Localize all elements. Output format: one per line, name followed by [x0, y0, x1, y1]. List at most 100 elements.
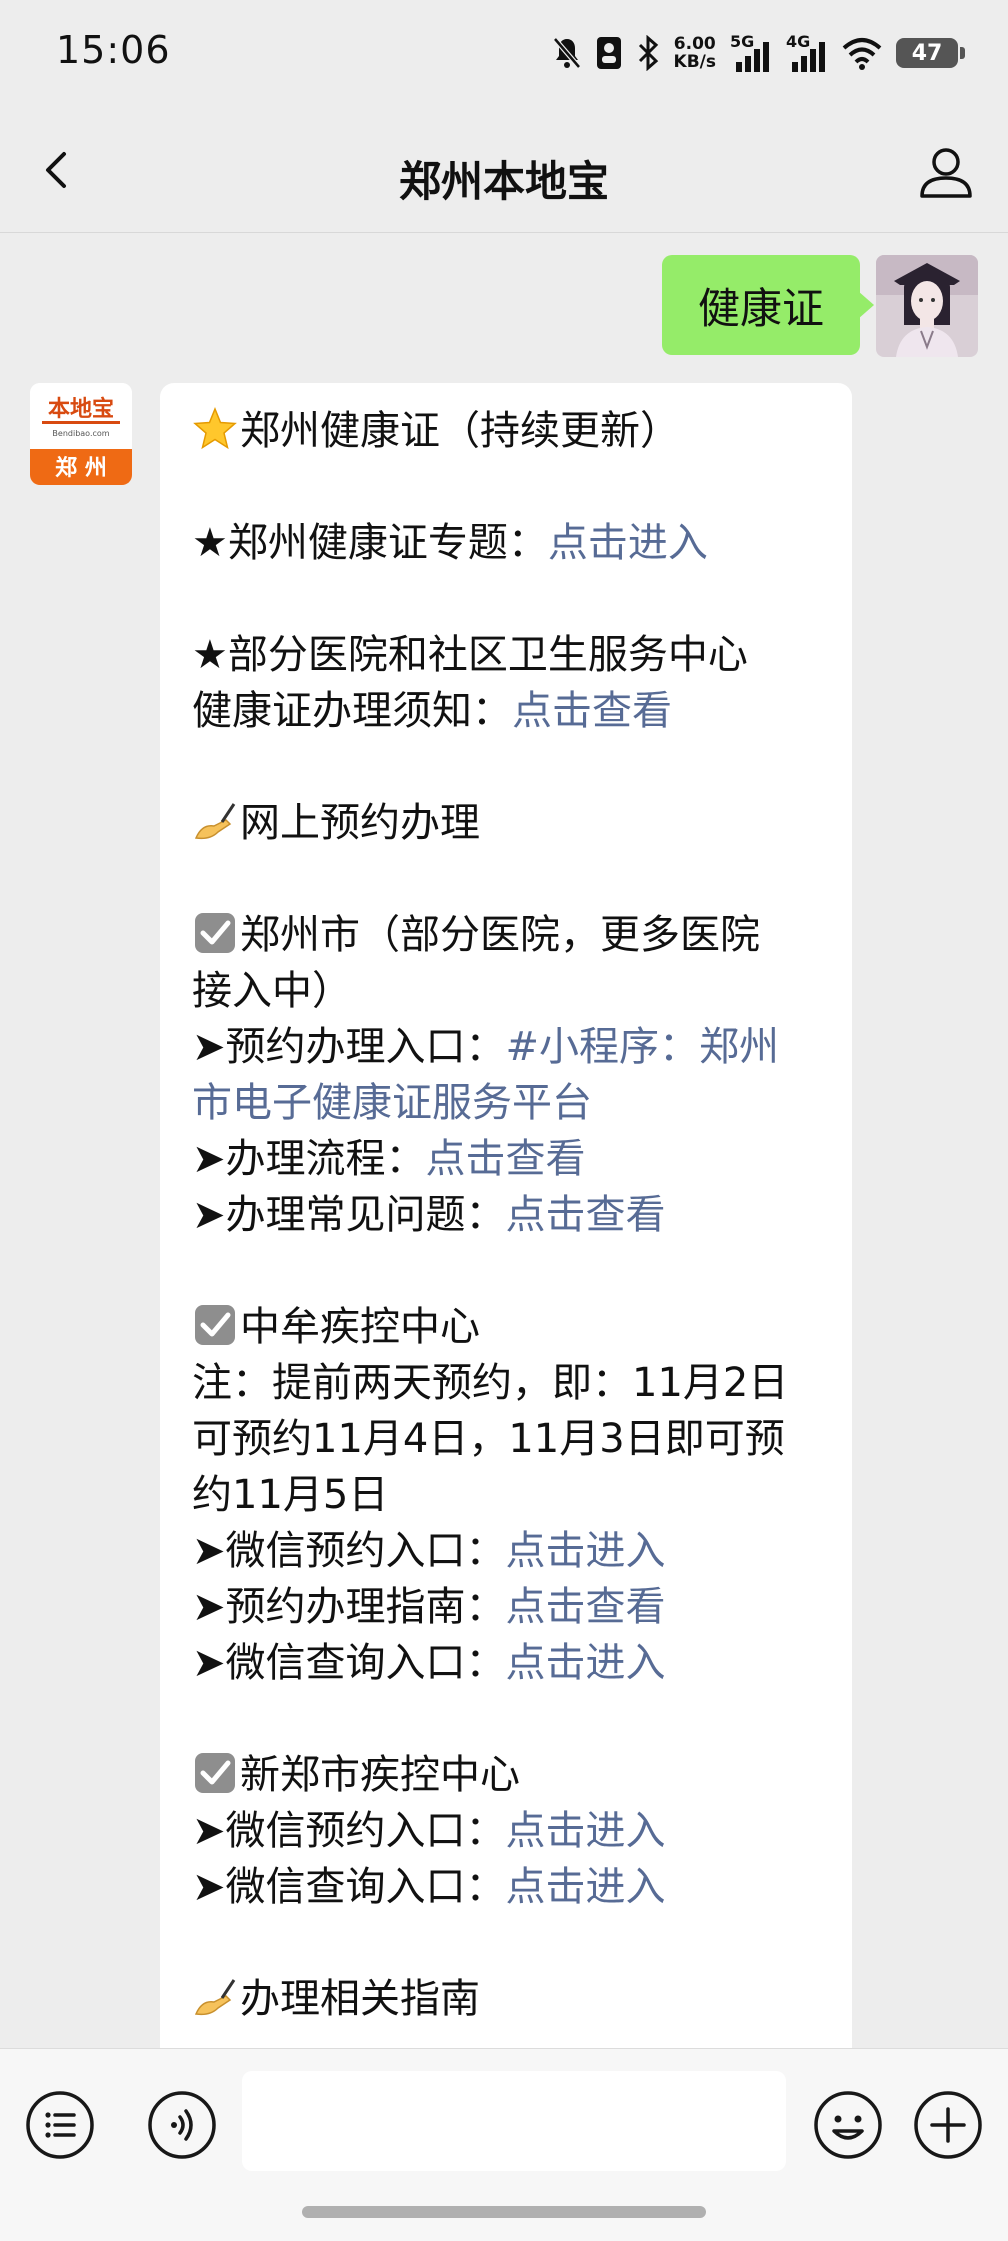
zz-flow-link[interactable]: 点击查看: [426, 1136, 586, 1182]
emoji-button[interactable]: [812, 2089, 884, 2161]
net-5g-label: 5G: [730, 32, 755, 51]
wifi-icon: [842, 36, 882, 70]
arrow-icon: ➤: [192, 1640, 226, 1686]
checkbox-emoji-icon: [195, 1305, 235, 1345]
arrow-icon: ➤: [192, 1864, 226, 1910]
mute-bell-icon: [552, 36, 582, 70]
arrow-icon: ➤: [192, 1024, 226, 1070]
profile-button[interactable]: [914, 140, 978, 204]
zm-wx-line: ➤微信预约入口：点击进入: [192, 1523, 820, 1579]
xz-wx-label: 微信预约入口：: [225, 1808, 506, 1854]
zz-faq-link[interactable]: 点击查看: [506, 1192, 666, 1238]
zm-query-link[interactable]: 点击进入: [506, 1640, 666, 1686]
msg-title: 郑州健康证（持续更新）: [240, 408, 680, 454]
notice-label: 健康证办理须知：: [192, 688, 512, 734]
zz-entry-line: ➤预约办理入口：#小程序：郑州: [192, 1019, 820, 1075]
zz-entry-link[interactable]: #小程序：郑州: [506, 1024, 780, 1070]
plus-icon: [914, 2091, 982, 2159]
chat-area[interactable]: 健康证 本地宝 Bendibao.com 郑 州 郑州健康证（持续更新） ★郑州…: [0, 233, 1008, 2048]
bluetooth-icon: [636, 35, 660, 71]
arrow-icon: ➤: [192, 1136, 226, 1182]
zm-wx-label: 微信预约入口：: [225, 1528, 506, 1574]
user-avatar[interactable]: [876, 255, 978, 357]
zm-guide-link[interactable]: 点击查看: [506, 1584, 666, 1630]
msg-notice-line1: ★部分医院和社区卫生服务中心: [192, 632, 748, 678]
zm-note-3: 约11月5日: [192, 1472, 389, 1518]
zm-note-2: 可预约11月4日，11月3日即可预: [192, 1416, 785, 1462]
zm-guide-line: ➤预约办理指南：点击查看: [192, 1579, 820, 1635]
xz-title: 新郑市疾控中心: [240, 1752, 520, 1798]
msg-online-title: 网上预约办理: [192, 795, 820, 851]
plus-button[interactable]: [912, 2089, 984, 2161]
arrow-icon: ➤: [192, 1584, 226, 1630]
topic-label: ★郑州健康证专题：: [192, 520, 548, 566]
zz-entry-link-cont[interactable]: 市电子健康证服务平台: [192, 1080, 592, 1126]
speed-value: 6.00: [673, 34, 716, 54]
arrow-icon: ➤: [192, 1528, 226, 1574]
bot-logo-sub: Bendibao.com: [52, 429, 109, 438]
topic-link[interactable]: 点击进入: [548, 520, 708, 566]
xz-query-label: 微信查询入口：: [225, 1864, 506, 1910]
user-message-bubble[interactable]: 健康证: [661, 255, 875, 355]
zm-title-line: 中牟疾控中心: [192, 1299, 820, 1355]
writing-hand-emoji-icon: [194, 1979, 236, 2016]
xz-query-link[interactable]: 点击进入: [506, 1864, 666, 1910]
xz-title-line: 新郑市疾控中心: [192, 1747, 820, 1803]
zm-query-label: 微信查询入口：: [225, 1640, 506, 1686]
portrait-icon: [596, 36, 622, 70]
zz-faq-label: 办理常见问题：: [225, 1192, 506, 1238]
voice-button[interactable]: [146, 2089, 218, 2161]
bot-avatar[interactable]: 本地宝 Bendibao.com 郑 州: [30, 383, 132, 485]
zm-guide-label: 预约办理指南：: [225, 1584, 506, 1630]
zz-flow-line: ➤办理流程：点击查看: [192, 1131, 820, 1187]
checkbox-emoji-icon: [195, 913, 235, 953]
emoji-icon: [814, 2091, 882, 2159]
status-time: 15:06: [56, 28, 171, 72]
zz-flow-label: 办理流程：: [225, 1136, 426, 1182]
bot-city-label: 郑 州: [55, 456, 107, 481]
xz-query-line: ➤微信查询入口：点击进入: [192, 1859, 820, 1915]
chat-title: 郑州本地宝: [398, 157, 609, 206]
home-indicator[interactable]: [302, 2206, 706, 2218]
zz-entry-label: 预约办理入口：: [225, 1024, 506, 1070]
signal-icon-2: 4G: [786, 32, 828, 74]
msg-notice-line2: 健康证办理须知：点击查看: [192, 683, 820, 739]
voice-icon: [148, 2091, 216, 2159]
zm-wx-link[interactable]: 点击进入: [506, 1528, 666, 1574]
nav-bar: 郑州本地宝: [0, 110, 1008, 233]
zz-entry-line2: 市电子健康证服务平台: [192, 1075, 820, 1131]
writing-hand-emoji-icon: [194, 803, 236, 840]
bot-message-bubble[interactable]: 郑州健康证（持续更新） ★郑州健康证专题：点击进入 ★部分医院和社区卫生服务中心…: [160, 383, 852, 2048]
zm-query-line: ➤微信查询入口：点击进入: [192, 1635, 820, 1691]
person-icon: [920, 148, 972, 198]
zm-note-1: 注：提前两天预约，即：11月2日: [192, 1360, 789, 1406]
network-speed: 6.00 KB/s: [674, 35, 716, 71]
notice-link[interactable]: 点击查看: [512, 688, 672, 734]
menu-button[interactable]: [24, 2089, 96, 2161]
msg-title-line: 郑州健康证（持续更新）: [192, 403, 820, 459]
message-input[interactable]: [242, 2071, 786, 2171]
arrow-icon: ➤: [192, 1808, 226, 1854]
menu-list-icon: [26, 2091, 94, 2159]
speed-unit: KB/s: [673, 52, 716, 72]
arrow-icon: ➤: [192, 1192, 226, 1238]
user-message-text: 健康证: [697, 283, 824, 333]
net-4g-label: 4G: [786, 32, 811, 51]
bot-logo-text: 本地宝: [48, 396, 114, 422]
xz-wx-line: ➤微信预约入口：点击进入: [192, 1803, 820, 1859]
battery-icon: 47: [896, 38, 965, 68]
msg-topic-line: ★郑州健康证专题：点击进入: [192, 515, 820, 571]
zz-title: 郑州市（部分医院，更多医院: [240, 912, 760, 958]
xz-wx-link[interactable]: 点击进入: [506, 1808, 666, 1854]
battery-level: 47: [911, 40, 943, 66]
status-icons: 6.00 KB/s 5G 4G 47: [552, 30, 965, 76]
online-title: 网上预约办理: [240, 800, 480, 846]
zm-title: 中牟疾控中心: [240, 1304, 480, 1350]
zz-title-line: 郑州市（部分医院，更多医院: [192, 907, 820, 963]
zz-faq-line: ➤办理常见问题：点击查看: [192, 1187, 820, 1243]
checkbox-emoji-icon: [195, 1753, 235, 1793]
signal-icon: 5G: [730, 32, 772, 74]
status-bar: 15:06 6.00 KB/s 5G 4G 47: [0, 0, 1008, 110]
star-emoji-icon: [193, 407, 237, 450]
guide-title: 办理相关指南: [240, 1976, 480, 2022]
